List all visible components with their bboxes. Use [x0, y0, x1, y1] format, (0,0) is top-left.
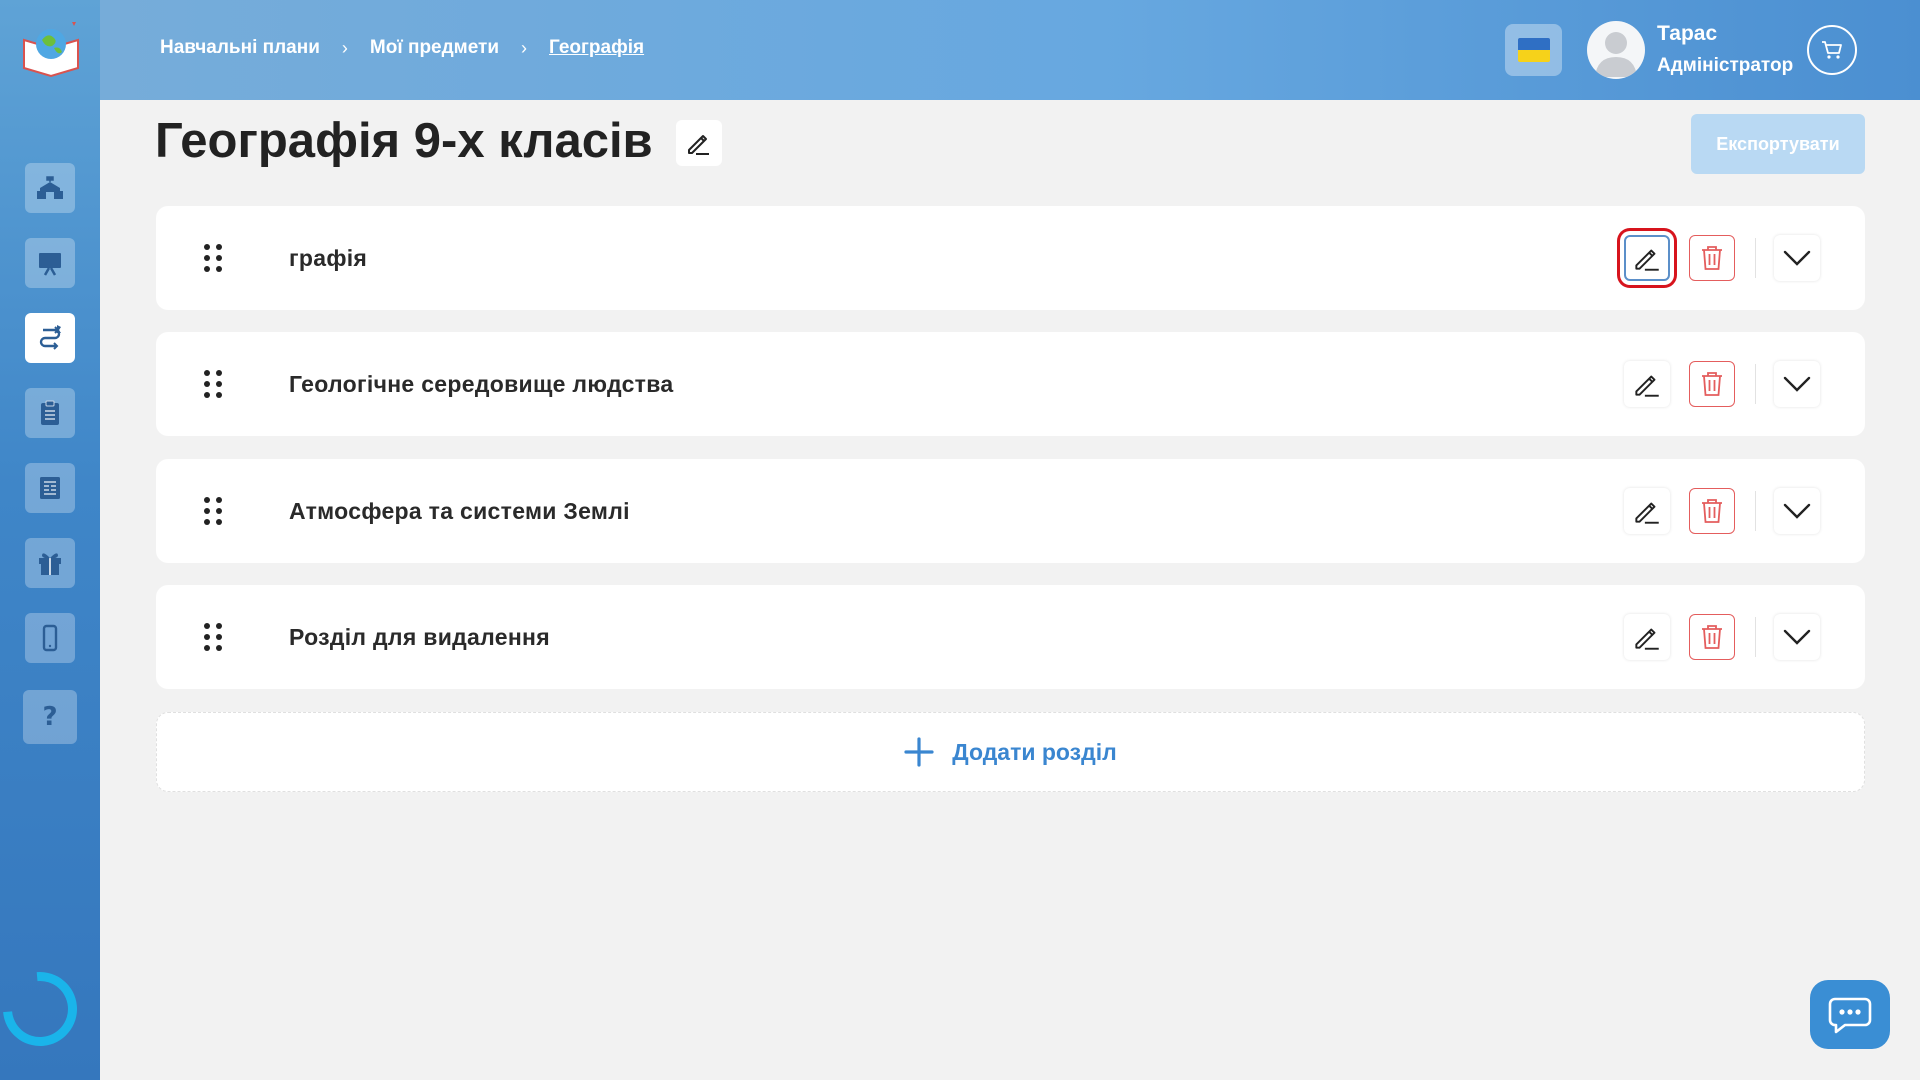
divider [1755, 238, 1756, 278]
section-title: Атмосфера та системи Землі [289, 497, 630, 524]
section-title: Геологічне середовище людства [289, 370, 674, 397]
trash-icon [1702, 372, 1722, 396]
divider [1755, 364, 1756, 404]
chevron-down-icon [1783, 250, 1811, 266]
user-avatar-icon [1595, 32, 1637, 77]
section-title: графія [289, 244, 368, 271]
expand-section-button[interactable] [1774, 614, 1820, 660]
sidebar-item-mobile[interactable] [25, 613, 75, 663]
pencil-icon [688, 135, 709, 155]
plus-icon [904, 737, 934, 767]
breadcrumb-item-geography[interactable]: Географія [549, 37, 644, 59]
drag-handle-icon[interactable] [201, 496, 225, 526]
user-name: Тарас [1657, 22, 1718, 45]
breadcrumb-item-curricula[interactable]: Навчальні плани [160, 37, 320, 59]
sidebar-item-school[interactable] [25, 163, 75, 213]
chevron-down-icon [1783, 376, 1811, 392]
pencil-icon [1635, 249, 1659, 271]
sidebar-item-help[interactable]: ? [23, 690, 77, 744]
edit-section-button[interactable] [1624, 235, 1670, 281]
clipboard-icon [41, 400, 59, 425]
sidebar-item-tasks[interactable] [25, 388, 75, 438]
divider [1755, 617, 1756, 657]
section-row: Розділ для видалення [156, 585, 1865, 689]
smartphone-icon [42, 624, 58, 652]
loading-spinner [0, 956, 93, 1062]
chevron-down-icon [1783, 503, 1811, 519]
drag-handle-icon[interactable] [201, 622, 225, 652]
page-title: Географія 9-х класів [155, 114, 653, 168]
expand-section-button[interactable] [1774, 235, 1820, 281]
edit-section-button[interactable] [1624, 614, 1670, 660]
export-button[interactable]: Експортувати [1691, 114, 1865, 174]
divider [1755, 491, 1756, 531]
top-header: Навчальні плани › Мої предмети › Географ… [100, 0, 1920, 100]
cart-icon [1822, 41, 1842, 59]
language-switcher[interactable] [1505, 24, 1562, 76]
add-section-label: Додати розділ [952, 738, 1117, 765]
chevron-down-icon [1783, 629, 1811, 645]
ukraine-flag-icon [1517, 38, 1550, 62]
avatar[interactable] [1587, 21, 1645, 79]
expand-section-button[interactable] [1774, 361, 1820, 407]
route-icon [39, 325, 61, 350]
pencil-icon [1635, 502, 1659, 524]
section-title: Розділ для видалення [289, 623, 550, 650]
breadcrumb-separator: › [521, 37, 528, 58]
app-logo[interactable] [18, 18, 84, 82]
sidebar: ? [0, 0, 100, 1080]
section-row: Атмосфера та системи Землі [156, 459, 1865, 563]
edit-section-button[interactable] [1624, 488, 1670, 534]
trash-icon [1702, 246, 1722, 270]
sidebar-item-curriculum[interactable] [25, 313, 75, 363]
delete-section-button[interactable] [1689, 488, 1735, 534]
drag-handle-icon[interactable] [201, 243, 225, 273]
newspaper-icon [40, 477, 60, 499]
cart-button[interactable] [1807, 25, 1857, 75]
user-role: Адміністратор [1657, 55, 1794, 76]
delete-section-button[interactable] [1689, 361, 1735, 407]
expand-section-button[interactable] [1774, 488, 1820, 534]
pencil-icon [1635, 628, 1659, 650]
edit-section-button[interactable] [1624, 361, 1670, 407]
delete-section-button[interactable] [1689, 614, 1735, 660]
help-icon: ? [42, 702, 58, 732]
trash-icon [1702, 625, 1722, 649]
drag-handle-icon[interactable] [201, 369, 225, 399]
add-section-button[interactable]: Додати розділ [156, 712, 1865, 792]
breadcrumb-separator: › [341, 37, 348, 58]
presentation-board-icon [39, 253, 61, 276]
trash-icon [1702, 499, 1722, 523]
gift-icon [39, 553, 61, 575]
sidebar-item-presentations[interactable] [25, 238, 75, 288]
sidebar-item-gifts[interactable] [25, 538, 75, 588]
edit-title-button[interactable] [676, 120, 722, 166]
breadcrumb: Навчальні плани › Мої предмети › Географ… [160, 37, 644, 59]
chat-support-button[interactable] [1810, 980, 1890, 1049]
section-row: графія [156, 206, 1865, 310]
delete-section-button[interactable] [1689, 235, 1735, 281]
pencil-icon [1635, 375, 1659, 397]
breadcrumb-item-my-subjects[interactable]: Мої предмети [370, 37, 499, 59]
chat-bubble-icon [1828, 997, 1872, 1033]
sidebar-item-news[interactable] [25, 463, 75, 513]
school-icon [37, 176, 63, 199]
section-row: Геологічне середовище людства [156, 332, 1865, 436]
